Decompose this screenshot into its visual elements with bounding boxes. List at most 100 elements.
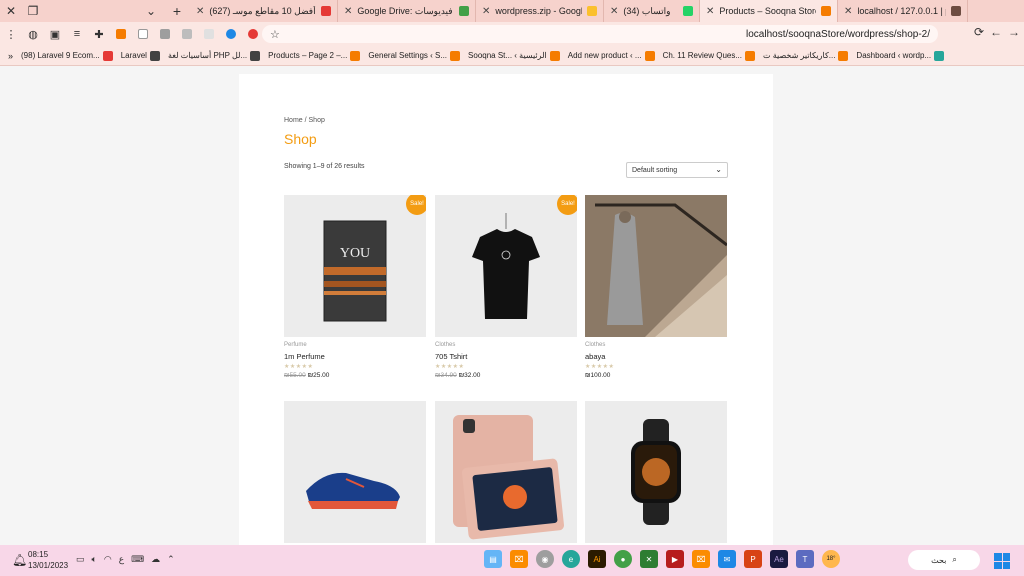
bookmark-item[interactable]: Products – Page 2 –...: [268, 50, 361, 61]
teams-icon[interactable]: T: [796, 550, 814, 568]
bookmark-item[interactable]: (98) Laravel 9 Ecom...: [21, 50, 113, 61]
battery-icon[interactable]: ▭: [76, 554, 85, 565]
close-tab-icon[interactable]: ✕: [196, 6, 204, 17]
notepad-icon[interactable]: ▤: [484, 550, 502, 568]
extension-icon[interactable]: [178, 25, 196, 43]
product-name[interactable]: 1m Perfume: [284, 352, 426, 361]
minimize-icon[interactable]: ⌄: [44, 0, 164, 22]
more-bookmarks-icon[interactable]: »: [8, 51, 13, 61]
favicon-icon: [321, 6, 331, 16]
sidebar-icon[interactable]: ▣: [46, 25, 64, 43]
bookmark-item[interactable]: كاريكاتير شخصية ت...: [763, 50, 849, 61]
browser-tab[interactable]: ✕ Products – Sooqna Store: [700, 0, 838, 22]
bookmark-item[interactable]: Add new product ‹ ...: [568, 50, 655, 61]
chrome-icon[interactable]: ●: [614, 550, 632, 568]
product-category[interactable]: Clothes: [435, 342, 577, 348]
after-effects-icon[interactable]: Ae: [770, 550, 788, 568]
browser-tab[interactable]: ✕ localhost / 127.0.0.1 | phpM: [838, 0, 968, 22]
bookmark-item[interactable]: General Settings ‹ S...: [368, 50, 461, 61]
bookmark-item[interactable]: Laravel: [121, 50, 160, 61]
product-image[interactable]: YOU Sale!: [284, 195, 426, 337]
close-tab-icon[interactable]: ✕: [610, 6, 618, 17]
edge-icon[interactable]: e: [562, 550, 580, 568]
product-category[interactable]: Perfume: [284, 342, 426, 348]
extension-icon[interactable]: [156, 25, 174, 43]
filezilla-icon[interactable]: ▶: [666, 550, 684, 568]
chevron-up-icon[interactable]: ⌃: [167, 554, 175, 565]
clock[interactable]: 08:15 13/01/2023: [28, 549, 68, 571]
forward-icon[interactable]: →: [1008, 25, 1020, 39]
extension-icon[interactable]: [244, 25, 262, 43]
system-tray: ▭ 🔈︎ ◠ ع ⌨ ☁ ⌃: [76, 554, 175, 565]
bookmark-icon: [644, 50, 655, 61]
chrome-dev-icon[interactable]: ◉: [536, 550, 554, 568]
keyboard-icon[interactable]: ⌨: [131, 554, 144, 565]
windows-start-icon[interactable]: [994, 553, 1010, 569]
chevron-down-icon: ⌄: [715, 165, 722, 174]
product-name[interactable]: abaya: [585, 352, 727, 361]
bookmark-item[interactable]: أساسيات لغة PHP لل...: [168, 50, 261, 61]
tab-title: أفضل 10 مقاطع موسـ (627): [209, 5, 316, 16]
back-icon[interactable]: ←: [990, 25, 1002, 39]
tab-title: Google Drive: عن فيديوسات: [357, 5, 454, 16]
taskbar-search[interactable]: بحث ⌕: [908, 550, 980, 570]
browser-tab[interactable]: ✕ Google Drive: عن فيديوسات: [338, 0, 476, 22]
search-label: بحث: [931, 555, 947, 565]
language-indicator[interactable]: ع: [119, 554, 124, 565]
restore-icon[interactable]: ❐: [22, 0, 44, 22]
bookmark-star-icon[interactable]: ☆: [270, 28, 280, 41]
address-bar[interactable]: ☆ localhost/sooqnaStore/wordpress/shop-2…: [262, 25, 938, 43]
extension-icon[interactable]: [222, 25, 240, 43]
extension-icon[interactable]: [134, 25, 152, 43]
browser-tab[interactable]: ✕ أفضل 10 مقاطع موسـ (627): [190, 0, 338, 22]
notification-icon[interactable]: 🔔︎: [12, 553, 27, 567]
product-card[interactable]: Clothes abaya ★★★★★ ₪100.00: [585, 195, 727, 379]
product-image[interactable]: [435, 401, 577, 543]
close-tab-icon[interactable]: ✕: [482, 6, 490, 17]
mail-icon[interactable]: ✉: [718, 550, 736, 568]
nav-buttons: ⟳ ← →: [974, 25, 1020, 39]
rating-stars: ★★★★★: [435, 364, 465, 370]
product-image[interactable]: [585, 401, 727, 543]
wifi-icon[interactable]: ◠: [104, 554, 112, 565]
product-image[interactable]: [284, 401, 426, 543]
xbox-icon[interactable]: ✕: [640, 550, 658, 568]
close-tab-icon[interactable]: ✕: [344, 6, 352, 17]
volume-icon[interactable]: 🔈︎: [92, 554, 97, 565]
weather-icon[interactable]: 18°: [822, 550, 840, 568]
close-icon[interactable]: ✕: [0, 0, 22, 22]
product-card[interactable]: [284, 401, 426, 543]
product-card[interactable]: [585, 401, 727, 543]
cloud-icon[interactable]: ☁: [151, 554, 160, 565]
close-tab-icon[interactable]: ✕: [844, 6, 852, 17]
queue-icon[interactable]: ≡: [68, 25, 86, 43]
sale-badge: Sale!: [557, 195, 577, 215]
illustrator-icon[interactable]: Ai: [588, 550, 606, 568]
extension-icon[interactable]: [112, 25, 130, 43]
product-card[interactable]: [435, 401, 577, 543]
product-card[interactable]: YOU Sale! Perfume 1m Perfume ★★★★★ ₪55.00 ₪25…: [284, 195, 426, 379]
menu-icon[interactable]: ⋮: [2, 25, 20, 43]
close-tab-icon[interactable]: ✕: [706, 6, 714, 17]
current-price: ₪25.00: [307, 372, 330, 379]
extension-icon[interactable]: [200, 25, 218, 43]
sorting-select[interactable]: Default sorting ⌄: [626, 162, 728, 178]
bookmark-item[interactable]: Sooqna St... ‹ الرئيسية: [468, 50, 560, 61]
product-card[interactable]: Sale! Clothes 705 Tshirt ★★★★★ ₪34.90 ₪32.00: [435, 195, 577, 379]
browser-tab[interactable]: ✕ wordpress.zip - Google Dri: [476, 0, 604, 22]
xampp-control-icon[interactable]: ⌧: [692, 550, 710, 568]
product-category[interactable]: Clothes: [585, 342, 727, 348]
xampp-icon[interactable]: ⌧: [510, 550, 528, 568]
powerpoint-icon[interactable]: P: [744, 550, 762, 568]
breadcrumb[interactable]: Home / Shop: [284, 117, 325, 124]
product-image[interactable]: [585, 195, 727, 337]
extensions-icon[interactable]: ✚: [90, 25, 108, 43]
bookmark-item[interactable]: Dashboard ‹ wordp...: [856, 50, 945, 61]
reload-icon[interactable]: ⟳: [974, 25, 984, 39]
bookmark-item[interactable]: Ch. 11 Review Ques...: [663, 50, 756, 61]
product-image[interactable]: Sale!: [435, 195, 577, 337]
new-tab-button[interactable]: +: [164, 0, 190, 22]
profile-icon[interactable]: ◍: [24, 25, 42, 43]
browser-tab[interactable]: ✕ (34) واتساب: [604, 0, 700, 22]
product-name[interactable]: 705 Tshirt: [435, 352, 577, 361]
